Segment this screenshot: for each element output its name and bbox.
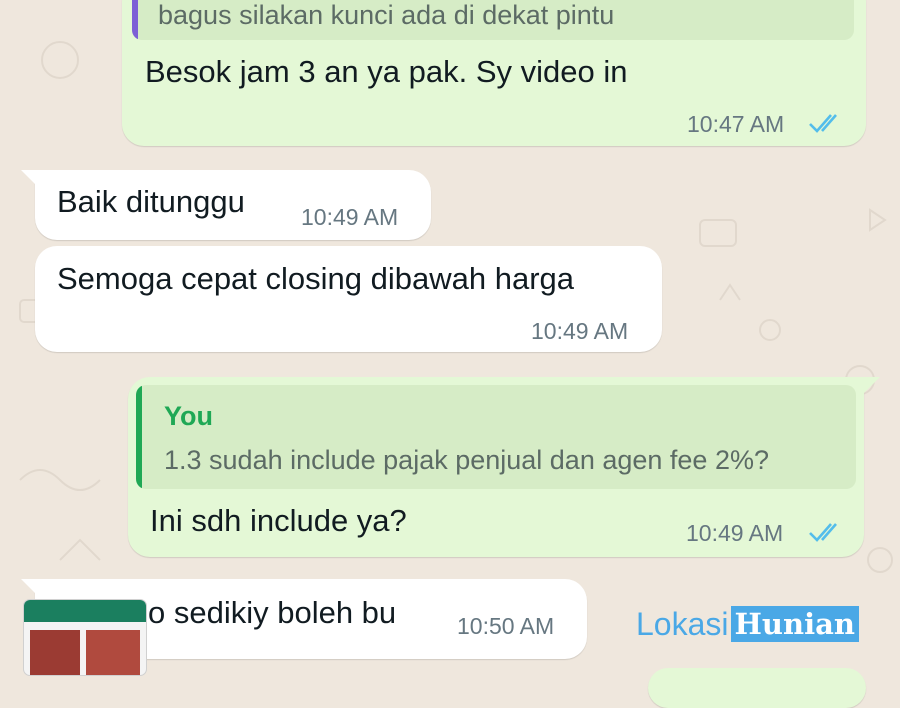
bubble-tail-outgoing [860,377,880,397]
message-bubble-outgoing[interactable]: You 1.3 sudah include pajak penjual dan … [128,377,864,557]
quoted-message[interactable]: You 1.3 sudah include pajak penjual dan … [136,385,856,489]
message-bubble-incoming[interactable]: Baik ditunggu 10:49 AM [35,170,431,240]
quoted-message[interactable]: bagus silakan kunci ada di dekat pintu [132,0,854,40]
message-timestamp: 10:47 AM [687,111,785,137]
message-text: Baik ditunggu [57,184,245,219]
lokasihunian-watermark: Lokasi Hunian [636,606,859,642]
message-text: Besok jam 3 an ya pak. Sy video in [145,54,628,89]
message-bubble-incoming[interactable]: Semoga cepat closing dibawah harga 10:49… [35,246,662,352]
quoted-message-text: bagus silakan kunci ada di dekat pintu [158,0,615,30]
message-timestamp: 10:49 AM [686,520,784,546]
bubble-tail-incoming [21,579,41,599]
thumbnail-photo [30,630,80,675]
quote-accent-bar [136,385,142,489]
message-timestamp: 10:49 AM [531,318,629,344]
thumbnail-photo [86,630,140,675]
watermark-text-hunian: Hunian [730,606,859,642]
message-bubble-outgoing-partial[interactable] [648,668,866,708]
read-receipt-icon [809,523,837,542]
quote-accent-bar [132,0,138,40]
message-timestamp: 10:50 AM [457,613,555,639]
bubble-tail-incoming [21,170,41,190]
watermark-text-lokasi: Lokasi [636,606,729,642]
message-text: o sedikiy boleh bu [148,595,397,630]
embedded-screenshot-thumbnail [24,600,146,675]
quoted-message-author: You [164,401,213,431]
quoted-message-text: 1.3 sudah include pajak penjual dan agen… [164,445,769,475]
message-bubble-outgoing[interactable]: bagus silakan kunci ada di dekat pintu B… [122,0,866,146]
message-timestamp: 10:49 AM [301,204,399,230]
thumbnail-header-bar [24,600,146,622]
message-text: Ini sdh include ya? [150,503,407,538]
message-text: Semoga cepat closing dibawah harga [57,261,575,296]
read-receipt-icon [809,114,837,133]
